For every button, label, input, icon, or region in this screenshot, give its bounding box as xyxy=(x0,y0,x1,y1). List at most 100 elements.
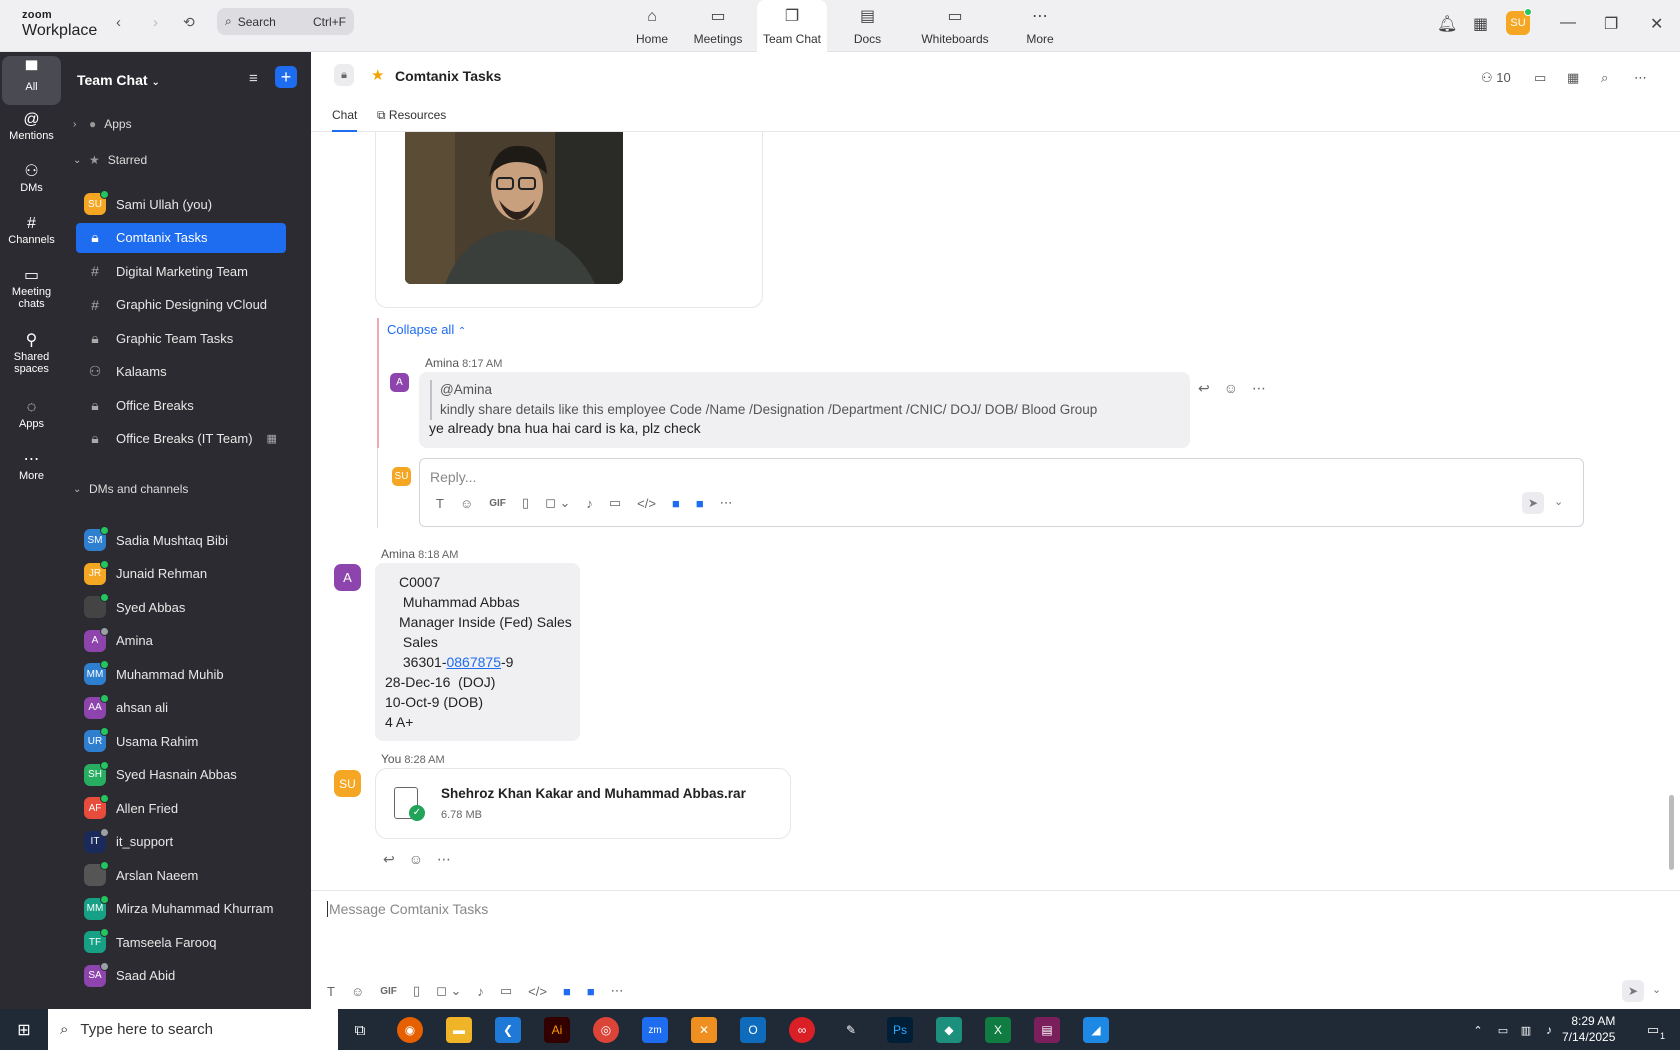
app-icon[interactable]: ■ xyxy=(672,496,680,511)
avatar-you[interactable]: SU xyxy=(334,770,361,797)
zoom-app-icon[interactable]: zm xyxy=(642,1017,668,1043)
rail-more[interactable]: ⋯ More xyxy=(2,452,61,483)
gif-icon[interactable]: GIF xyxy=(489,498,506,509)
screenshot-icon[interactable]: ◻ ⌄ xyxy=(545,495,570,511)
dm-item[interactable]: A Amina xyxy=(76,626,286,656)
chat-scrollbar[interactable] xyxy=(1669,795,1674,870)
reply-thread-icon[interactable]: ↩ xyxy=(383,851,395,868)
dm-item[interactable]: AA ahsan ali xyxy=(76,693,286,723)
app-icon[interactable]: ■ xyxy=(563,984,571,999)
calendar-icon[interactable]: ▦ xyxy=(1473,14,1488,34)
code-icon[interactable]: </> xyxy=(637,496,656,511)
video-message-icon[interactable]: ▭ xyxy=(500,983,512,999)
volume-icon[interactable]: ♪ xyxy=(1536,1017,1562,1043)
send-button[interactable]: ➤ xyxy=(1522,492,1544,514)
emoji-icon[interactable]: ☺ xyxy=(460,496,473,511)
emoji-icon[interactable]: ☺ xyxy=(351,984,364,999)
collapse-all-button[interactable]: Collapse all ⌃ xyxy=(387,322,466,337)
sidebar-title[interactable]: Team Chat ⌄ xyxy=(77,72,160,88)
bell-icon[interactable]: 🔔︎ xyxy=(1437,14,1457,34)
restore-icon[interactable]: ❐ xyxy=(1604,14,1618,34)
sidebar-item-graphic-team-tasks[interactable]: 🔒︎ Graphic Team Tasks xyxy=(76,323,286,353)
tab-home[interactable]: ⌂ Home xyxy=(622,0,682,52)
microphone-icon[interactable]: ♪ xyxy=(477,984,484,999)
more-options-icon[interactable]: ⋯ xyxy=(1634,70,1647,86)
dm-item[interactable]: SM Sadia Mushtaq Bibi xyxy=(76,525,286,555)
message-composer[interactable]: Message Comtanix Tasks T ☺ GIF ▯ ◻ ⌄ ♪ ▭… xyxy=(311,890,1680,1009)
rail-mentions[interactable]: @ Mentions xyxy=(2,112,61,143)
app-diamond-icon[interactable]: ◆ xyxy=(936,1017,962,1043)
rail-meeting-chats[interactable]: ▭ Meeting chats xyxy=(2,268,61,311)
sidebar-item-sami-ullah-you[interactable]: SU Sami Ullah (you) xyxy=(76,189,286,219)
shared-photo[interactable] xyxy=(405,132,623,284)
more-actions-icon[interactable]: ⋯ xyxy=(437,851,451,868)
tab-chat[interactable]: Chat xyxy=(332,108,358,132)
send-button[interactable]: ➤ xyxy=(1622,980,1644,1002)
reply-thread-icon[interactable]: ↩ xyxy=(1198,380,1210,397)
rail-shared-spaces[interactable]: ⚲ Shared spaces xyxy=(2,333,61,376)
emoji-reaction-icon[interactable]: ☺ xyxy=(409,851,423,868)
channel-title[interactable]: Comtanix Tasks xyxy=(395,68,501,84)
history-icon[interactable]: ⟲ xyxy=(183,14,195,31)
send-options-icon[interactable]: ⌄ xyxy=(1554,495,1563,508)
rail-apps[interactable]: ◌ Apps xyxy=(2,400,61,431)
dm-item[interactable]: AF Allen Fried xyxy=(76,793,286,823)
sidebar-item-comtanix-tasks[interactable]: 🔒︎ Comtanix Tasks xyxy=(76,222,286,253)
tray-chevron-icon[interactable]: ⌃ xyxy=(1465,1017,1491,1043)
dm-item[interactable]: SH Syed Hasnain Abbas xyxy=(76,760,286,790)
chrome-icon[interactable]: ◎ xyxy=(593,1017,619,1043)
back-icon[interactable]: ‹ xyxy=(116,14,121,31)
dm-item[interactable]: UR Usama Rahim xyxy=(76,726,286,756)
taskbar-search[interactable]: ⌕ Type here to search xyxy=(48,1009,338,1050)
phone-link[interactable]: 0867875 xyxy=(446,654,501,670)
tab-more[interactable]: ⋯ More xyxy=(1015,0,1065,52)
rail-channels[interactable]: # Channels xyxy=(2,216,61,247)
minimize-icon[interactable]: — xyxy=(1560,14,1576,32)
outlook-icon[interactable]: O xyxy=(740,1017,766,1043)
sidebar-item-kalaams[interactable]: ⚇ Kalaams xyxy=(76,357,286,387)
file-icon[interactable]: ▯ xyxy=(522,495,529,511)
dm-item[interactable]: Arslan Naeem xyxy=(76,860,286,890)
rail-dms[interactable]: ⚇ DMs xyxy=(2,164,61,195)
more-tools-icon[interactable]: ⋯ xyxy=(720,495,733,511)
sidebar-item-office-breaks-it-team[interactable]: 🔒︎ Office Breaks (IT Team) ▦ xyxy=(76,424,286,454)
task-view-icon[interactable]: ⧉ xyxy=(347,1017,373,1043)
dm-item[interactable]: IT it_support xyxy=(76,827,286,857)
members-button[interactable]: ⚇ 10 xyxy=(1481,70,1511,86)
text-format-icon[interactable]: T xyxy=(436,496,444,511)
video-icon[interactable]: ▭ xyxy=(1534,70,1546,86)
tab-meetings[interactable]: ▭ Meetings xyxy=(688,0,748,52)
pen-tool-icon[interactable]: ✎ xyxy=(838,1017,864,1043)
search-icon[interactable]: ⌕ xyxy=(1601,70,1608,86)
tab-resources[interactable]: ⧉ Resources xyxy=(377,108,446,123)
gif-icon[interactable]: GIF xyxy=(380,986,397,997)
forward-icon[interactable]: › xyxy=(153,14,158,31)
dm-item[interactable]: TF Tamseela Farooq xyxy=(76,927,286,957)
file-attachment[interactable]: ✓ Shehroz Khan Kakar and Muhammad Abbas.… xyxy=(375,768,791,839)
search-box[interactable]: ⌕ Search Ctrl+F xyxy=(217,8,354,35)
app-chat-icon[interactable]: ■ xyxy=(587,984,595,999)
creative-cloud-icon[interactable]: ∞ xyxy=(789,1017,815,1043)
star-icon[interactable]: ★ xyxy=(371,66,384,84)
close-icon[interactable]: ✕ xyxy=(1650,14,1663,34)
dm-item[interactable]: MM Mirza Muhammad Khurram xyxy=(76,894,286,924)
illustrator-icon[interactable]: Ai xyxy=(544,1017,570,1043)
tab-whiteboards[interactable]: ▭ Whiteboards xyxy=(915,0,995,52)
tab-team-chat[interactable]: ❐ Team Chat xyxy=(757,0,827,52)
new-chat-button[interactable]: + xyxy=(275,66,297,88)
file-explorer-icon[interactable]: ▬ xyxy=(446,1017,472,1043)
windows-start-icon[interactable]: ⊞ xyxy=(11,1017,37,1043)
microphone-icon[interactable]: ♪ xyxy=(586,496,593,511)
section-starred[interactable]: ⌄ ★ Starred xyxy=(73,153,147,167)
sidebar-item-digital-marketing-team[interactable]: # Digital Marketing Team xyxy=(76,256,286,286)
dm-item[interactable]: Syed Abbas xyxy=(76,592,286,622)
file-icon[interactable]: ▯ xyxy=(413,983,420,999)
app-chat-icon[interactable]: ■ xyxy=(696,496,704,511)
emoji-reaction-icon[interactable]: ☺ xyxy=(1224,380,1238,397)
send-options-icon[interactable]: ⌄ xyxy=(1652,983,1661,996)
tab-docs[interactable]: ▤ Docs xyxy=(840,0,895,52)
reply-input[interactable]: Reply... xyxy=(430,469,476,485)
code-icon[interactable]: </> xyxy=(528,984,547,999)
dm-item[interactable]: SA Saad Abid xyxy=(76,961,286,991)
filter-icon[interactable]: ≡ xyxy=(249,70,258,87)
